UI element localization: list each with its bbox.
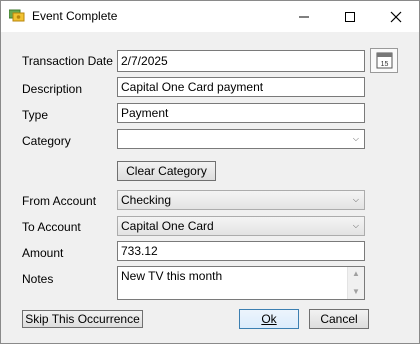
scroll-down-icon[interactable]: ▼ [352,287,360,296]
chevron-down-icon: ⌵ [352,221,359,230]
chevron-down-icon: ⌵ [352,134,359,143]
from-account-label: From Account [22,194,97,208]
close-button[interactable] [373,1,419,32]
calendar-button[interactable]: 15 [370,48,398,73]
cancel-label: Cancel [320,312,358,326]
clear-category-button[interactable]: Clear Category [117,161,216,181]
transaction-date-label: Transaction Date [22,54,113,68]
scroll-up-icon[interactable]: ▲ [352,269,360,278]
amount-input[interactable]: 733.12 [117,241,365,261]
cancel-button[interactable]: Cancel [309,309,369,329]
money-icon [9,9,25,22]
minimize-icon [299,16,309,17]
from-account-value: Checking [121,193,172,207]
dialog-body: Transaction Date 2/7/2025 15 Description… [1,32,419,343]
notes-textarea[interactable]: New TV this month ▲ ▼ [117,266,365,300]
chevron-down-icon: ⌵ [352,195,359,204]
to-account-label: To Account [22,220,81,234]
to-account-value: Capital One Card [121,219,214,233]
maximize-icon [345,11,355,22]
title-bar: Event Complete [1,1,419,32]
calendar-icon: 15 [376,52,393,69]
transaction-date-input[interactable]: 2/7/2025 [117,50,365,72]
notes-scrollbar[interactable]: ▲ ▼ [347,267,364,299]
maximize-button[interactable] [327,1,373,32]
ok-button[interactable]: Ok [239,309,299,329]
amount-label: Amount [22,246,64,260]
minimize-button[interactable] [281,1,327,32]
type-input[interactable]: Payment [117,103,365,123]
ok-label: Ok [261,312,277,326]
to-account-dropdown[interactable]: Capital One Card ⌵ [117,216,365,236]
notes-label: Notes [22,272,54,286]
dialog-window: Event Complete Transaction Date 2/7/2025… [0,0,420,344]
description-label: Description [22,82,83,96]
notes-text: New TV this month [121,269,223,283]
calendar-day-text: 15 [381,61,389,68]
skip-occurrence-button[interactable]: Skip This Occurrence [22,310,143,328]
from-account-dropdown[interactable]: Checking ⌵ [117,190,365,210]
category-dropdown[interactable]: ⌵ [117,129,365,149]
window-title: Event Complete [32,9,118,23]
close-icon [390,11,402,22]
category-label: Category [22,134,71,148]
type-label: Type [22,108,49,122]
description-input[interactable]: Capital One Card payment [117,77,365,97]
